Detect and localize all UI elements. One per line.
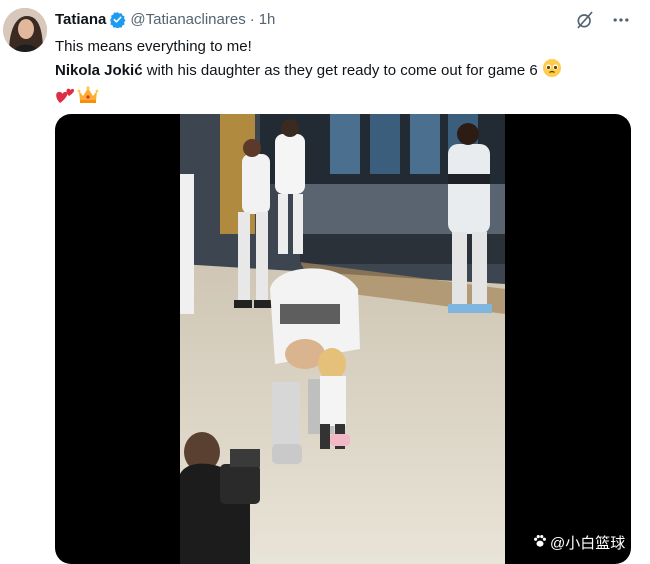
two-hearts-icon	[55, 85, 77, 112]
author-name[interactable]: Tatiana	[55, 11, 106, 28]
tweet-header: Tatiana @Tatianaclinares · 1h	[55, 11, 276, 29]
tweet-line-1: This means everything to me!	[55, 38, 252, 55]
paw-icon	[533, 534, 547, 552]
separator-dot: ·	[249, 11, 255, 28]
author-handle[interactable]: @Tatianaclinares	[130, 11, 245, 28]
crown-icon	[77, 85, 99, 112]
pleading-face-icon	[542, 58, 562, 85]
watermark-text: @小白篮球	[550, 535, 626, 552]
verified-badge-icon	[109, 11, 126, 29]
more-icon[interactable]	[610, 9, 632, 31]
tweet-line-2-rest: with his daughter as they get ready to c…	[142, 62, 542, 79]
watermark: @小白篮球	[533, 532, 625, 553]
timestamp[interactable]: 1h	[259, 11, 276, 28]
tweet-actions	[574, 9, 632, 31]
tweet-line-2: Nikola Jokić with his daughter as they g…	[55, 58, 640, 85]
tweet-line-3	[55, 85, 640, 112]
video-frame[interactable]	[180, 114, 505, 564]
grok-icon[interactable]	[574, 9, 596, 31]
avatar[interactable]	[3, 8, 47, 52]
video-scene-image	[180, 114, 505, 564]
tweet-media[interactable]: @小白篮球	[55, 114, 631, 564]
mention-bold: Nikola Jokić	[55, 62, 143, 79]
tweet-text: This means everything to me! Nikola Joki…	[55, 36, 640, 112]
